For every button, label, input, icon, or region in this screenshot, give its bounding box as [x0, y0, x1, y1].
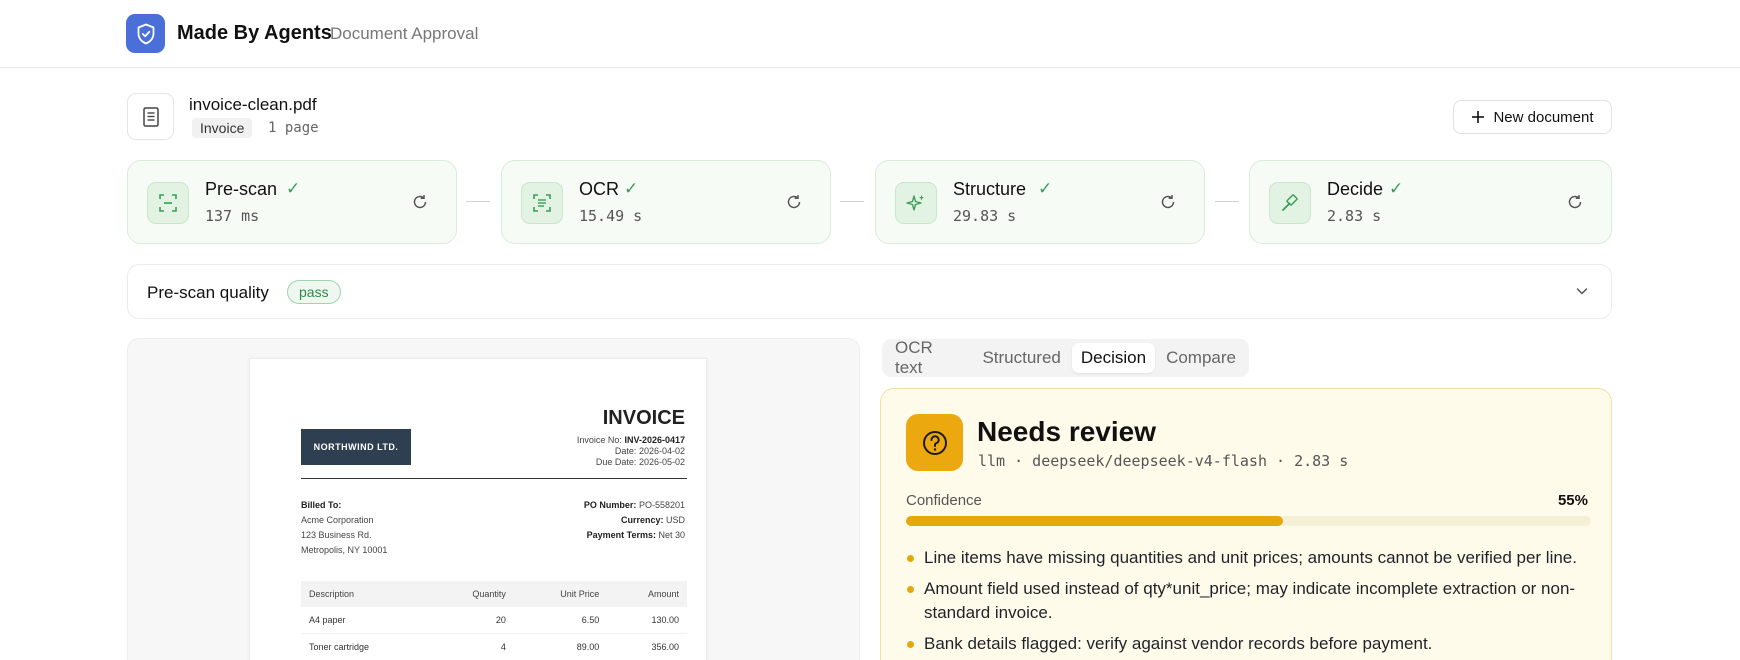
tab-structured[interactable]: Structured	[973, 343, 1069, 373]
check-icon: ✓	[1389, 179, 1404, 198]
divider	[301, 478, 687, 479]
scan-icon	[147, 182, 189, 224]
confidence-bar-fill	[906, 516, 1283, 526]
new-document-button[interactable]: New document	[1453, 100, 1612, 134]
confidence-value: 55%	[1557, 492, 1588, 509]
check-icon: ✓	[286, 179, 301, 198]
billed-to-block: Billed To: Acme Corporation 123 Business…	[301, 500, 388, 555]
invoice-title: INVOICE	[602, 407, 685, 429]
step-pre-scan[interactable]: Pre-scan ✓ 137 ms	[127, 160, 457, 244]
document-page-count: 1 page	[268, 120, 319, 136]
step-duration: 2.83 s	[1327, 207, 1382, 225]
ocr-text-icon	[521, 182, 563, 224]
check-icon: ✓	[1038, 179, 1053, 198]
column-header: Quantity	[429, 581, 514, 607]
refresh-icon[interactable]	[784, 192, 804, 212]
quality-label: Pre-scan quality	[147, 283, 269, 302]
table-row: Toner cartridge 4 89.00 356.00	[301, 633, 687, 660]
step-decide[interactable]: Decide ✓ 2.83 s	[1249, 160, 1612, 244]
step-title: Structure	[953, 179, 1027, 199]
gavel-icon	[1269, 182, 1311, 224]
check-icon: ✓	[624, 179, 639, 198]
step-connector	[466, 201, 490, 202]
shield-icon	[137, 23, 154, 44]
tab-decision[interactable]: Decision	[1071, 343, 1156, 373]
confidence-bar	[906, 516, 1591, 526]
column-header: Description	[301, 581, 430, 607]
step-title: Decide	[1327, 179, 1384, 199]
step-connector	[1215, 201, 1239, 202]
document-file-icon	[127, 93, 174, 140]
column-header: Unit Price	[513, 581, 608, 607]
step-duration: 15.49 s	[579, 207, 643, 225]
new-document-label: New document	[1493, 108, 1594, 126]
sparkles-icon	[895, 182, 937, 224]
result-tabs: OCR text Structured Decision Compare	[882, 338, 1249, 377]
refresh-icon[interactable]	[410, 192, 430, 212]
app-name: Made By Agents	[177, 22, 332, 44]
confidence-label: Confidence	[906, 492, 982, 509]
refresh-icon[interactable]	[1565, 192, 1585, 212]
decision-title: Needs review	[977, 416, 1156, 447]
table-row: A4 paper 20 6.50 130.00	[301, 607, 687, 634]
decision-card: Needs review llm · deepseek/deepseek-v4-…	[880, 388, 1612, 660]
vendor-logo: NORTHWIND LTD.	[301, 429, 411, 465]
pre-scan-quality-panel[interactable]: Pre-scan quality pass	[127, 264, 1612, 319]
invoice-page: NORTHWIND LTD. INVOICE Invoice No: INV-2…	[249, 358, 707, 660]
decision-reasons: Line items have missing quantities and u…	[906, 546, 1596, 660]
list-item: Bank details flagged: verify against ven…	[906, 632, 1596, 656]
document-filename: invoice-clean.pdf	[189, 95, 317, 114]
invoice-meta: Invoice No: INV-2026-0417 Date: 2026-04-…	[576, 435, 685, 467]
refresh-icon[interactable]	[1158, 192, 1178, 212]
document-type-badge: Invoice	[192, 118, 253, 138]
chevron-down-icon[interactable]	[1575, 284, 1589, 303]
quality-status-badge: pass	[287, 280, 341, 304]
po-block: PO Number: PO-558201 Currency: USD Payme…	[583, 500, 685, 540]
list-item: Amount field used instead of qty*unit_pr…	[906, 577, 1596, 625]
step-title: Pre-scan	[205, 179, 278, 199]
step-structure[interactable]: Structure ✓ 29.83 s	[875, 160, 1205, 244]
app-subtitle: Document Approval	[330, 24, 479, 43]
step-title: OCR	[579, 179, 619, 199]
tab-ocr-text[interactable]: OCR text	[886, 338, 971, 377]
question-circle-icon	[906, 414, 963, 471]
step-duration: 29.83 s	[953, 207, 1017, 225]
list-item: Line items have missing quantities and u…	[906, 546, 1596, 570]
step-duration: 137 ms	[205, 207, 260, 225]
shield-logo-icon[interactable]	[126, 14, 165, 53]
decision-meta: llm · deepseek/deepseek-v4-flash · 2.83 …	[978, 452, 1349, 470]
line-items-table: Description Quantity Unit Price Amount A…	[301, 581, 687, 660]
top-bar: Made By Agents Document Approval	[0, 0, 1740, 68]
plus-icon	[1472, 111, 1485, 123]
step-connector	[840, 201, 864, 202]
column-header: Amount	[607, 581, 687, 607]
tab-compare[interactable]: Compare	[1157, 343, 1245, 373]
step-ocr[interactable]: OCR ✓ 15.49 s	[501, 160, 831, 244]
